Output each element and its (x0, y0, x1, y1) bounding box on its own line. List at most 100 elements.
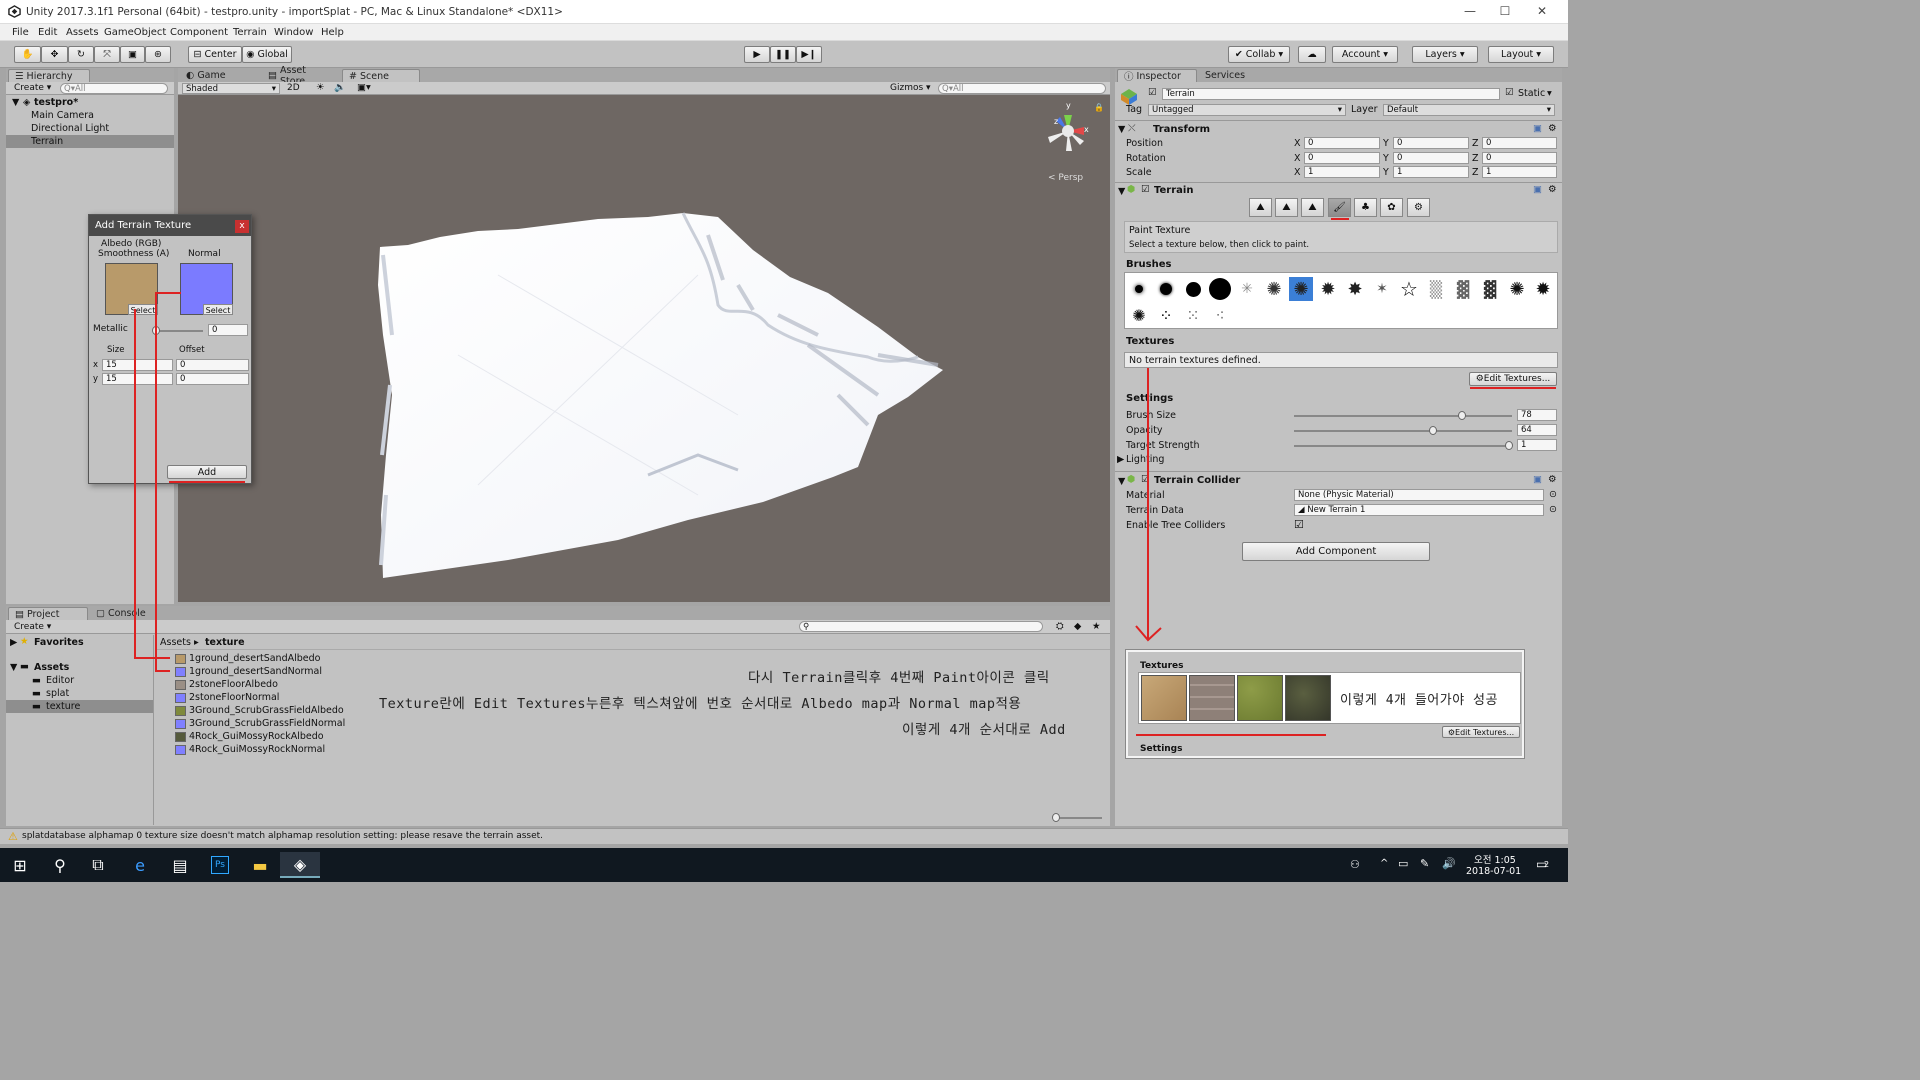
brush-1[interactable] (1127, 277, 1151, 301)
breadcrumb-texture[interactable]: texture (205, 637, 245, 648)
result-texture-rock[interactable] (1285, 675, 1331, 721)
menu-help[interactable]: Help (321, 27, 344, 38)
breadcrumb-assets[interactable]: Assets (160, 637, 191, 648)
perspective-label[interactable]: < Persp (1048, 173, 1083, 183)
filter-label-icon[interactable]: ◆ (1074, 621, 1081, 632)
scene-expand-icon[interactable]: ▼ (12, 97, 19, 108)
rotation-y-field[interactable]: 0 (1393, 152, 1469, 164)
position-z-field[interactable]: 0 (1482, 137, 1557, 149)
place-trees-button[interactable]: ♣ (1354, 198, 1377, 217)
terrain-data-picker-icon[interactable]: ⊙ (1549, 504, 1557, 515)
normal-texture-slot[interactable]: Select (180, 263, 233, 315)
terrain-data-field[interactable]: ◢ New Terrain 1 (1294, 504, 1544, 516)
opacity-field[interactable]: 64 (1517, 424, 1557, 436)
lock-icon[interactable]: 🔒 (1094, 103, 1104, 112)
hierarchy-item-directional-light[interactable]: Directional Light (31, 123, 109, 134)
rotation-z-field[interactable]: 0 (1482, 152, 1557, 164)
unity-taskbar-button[interactable]: ◈ (280, 852, 320, 878)
favorites-label[interactable]: Favorites (34, 637, 84, 648)
offset-y-field[interactable]: 0 (176, 373, 249, 385)
dialog-close-button[interactable]: x (235, 220, 249, 233)
icon-size-slider[interactable] (1054, 817, 1102, 819)
task-view-button[interactable]: ⧉ (78, 852, 118, 878)
brush-15[interactable]: ✺ (1505, 277, 1529, 301)
albedo-select-button[interactable]: Select (128, 304, 158, 315)
tree-colliders-checkbox[interactable]: ☑ (1294, 518, 1304, 531)
add-component-button[interactable]: Add Component (1242, 542, 1430, 561)
asset-file-item[interactable]: 3Ground_ScrubGrassFieldNormal (175, 717, 345, 730)
position-x-field[interactable]: 0 (1304, 137, 1380, 149)
assets-expand-icon[interactable]: ▼ (10, 662, 17, 673)
pause-button[interactable]: ❚❚ (770, 46, 796, 63)
menu-assets[interactable]: Assets (66, 27, 99, 38)
brush-18[interactable]: ⁘ (1154, 303, 1178, 327)
object-name-field[interactable]: Terrain (1162, 88, 1500, 100)
result-texture-sand[interactable] (1141, 675, 1187, 721)
tab-project[interactable]: ▤ Project (8, 607, 88, 620)
tab-console[interactable]: ▢ Console (90, 607, 170, 620)
brush-12[interactable]: ▒ (1424, 277, 1448, 301)
brush-6[interactable]: ✺ (1262, 277, 1286, 301)
menu-edit[interactable]: Edit (38, 27, 57, 38)
material-field[interactable]: None (Physic Material) (1294, 489, 1544, 501)
target-strength-field[interactable]: 1 (1517, 439, 1557, 451)
tray-chevron-icon[interactable]: ^ (1380, 858, 1388, 869)
smooth-height-button[interactable]: ⛰ (1301, 198, 1324, 217)
scene-root[interactable]: ▼ ◈ testpro* (6, 97, 174, 109)
scale-z-field[interactable]: 1 (1482, 166, 1557, 178)
file-explorer-button[interactable]: ▬ (240, 852, 280, 878)
terrain-settings-icon[interactable]: ⚙ (1548, 184, 1557, 195)
paint-texture-button[interactable]: 🖌 (1328, 198, 1351, 217)
project-create-button[interactable]: Create ▾ (14, 622, 51, 632)
add-texture-button[interactable]: Add (167, 465, 247, 479)
clock-time[interactable]: 오전 1:05 (1474, 852, 1516, 866)
collab-button[interactable]: ✔ Collab ▾ (1228, 46, 1290, 63)
asset-file-item[interactable]: 1ground_desertSandNormal (175, 665, 322, 678)
asset-file-item[interactable]: 1ground_desertSandAlbedo (175, 652, 320, 665)
static-checkbox[interactable]: ☑ (1505, 87, 1514, 98)
scene-search-input[interactable]: Q▾All (938, 83, 1106, 94)
tag-dropdown[interactable]: Untagged ▾ (1148, 104, 1346, 116)
scale-x-field[interactable]: 1 (1304, 166, 1380, 178)
rotation-x-field[interactable]: 0 (1304, 152, 1380, 164)
play-button[interactable]: ▶ (744, 46, 770, 63)
opacity-thumb[interactable] (1429, 426, 1437, 435)
scale-y-field[interactable]: 1 (1393, 166, 1469, 178)
folder-editor[interactable]: Editor (46, 675, 74, 686)
tab-hierarchy[interactable]: ☰ Hierarchy (8, 69, 90, 82)
target-strength-thumb[interactable] (1505, 441, 1513, 450)
search-taskbar-button[interactable]: ⚲ (40, 852, 80, 878)
hand-tool-button[interactable]: ✋ (14, 46, 41, 63)
cloud-button[interactable]: ☁ (1298, 46, 1326, 63)
tab-game[interactable]: ◐ Game (180, 69, 260, 82)
brush-size-thumb[interactable] (1458, 411, 1466, 420)
brush-4[interactable] (1208, 277, 1232, 301)
menu-terrain[interactable]: Terrain (233, 27, 267, 38)
audio-icon[interactable]: 🔈 (334, 82, 346, 93)
material-picker-icon[interactable]: ⊙ (1549, 489, 1557, 500)
collider-settings-icon[interactable]: ⚙ (1548, 474, 1557, 485)
pen-icon[interactable]: ✎ (1420, 857, 1429, 870)
asset-file-item[interactable]: 4Rock_GuiMossyRockAlbedo (175, 730, 324, 743)
brush-size-slider[interactable] (1294, 415, 1512, 417)
layers-dropdown[interactable]: Layers ▾ (1412, 46, 1478, 63)
normal-select-button[interactable]: Select (203, 304, 233, 315)
position-y-field[interactable]: 0 (1393, 137, 1469, 149)
result-texture-stone[interactable] (1189, 675, 1235, 721)
transform-settings-icon[interactable]: ⚙ (1548, 123, 1557, 134)
lighting-label[interactable]: Lighting (1126, 454, 1164, 465)
sun-icon[interactable]: ☀ (316, 82, 325, 93)
brush-2[interactable] (1154, 277, 1178, 301)
folder-splat[interactable]: splat (46, 688, 69, 699)
brush-11[interactable]: ☆ (1397, 277, 1421, 301)
brush-7-selected[interactable]: ✺ (1289, 277, 1313, 301)
metallic-slider-track[interactable] (155, 330, 203, 332)
icon-size-slider-thumb[interactable] (1052, 813, 1060, 822)
terrain-enabled-checkbox[interactable]: ☑ (1141, 184, 1150, 195)
tab-scene[interactable]: # Scene (342, 69, 420, 82)
hierarchy-item-main-camera[interactable]: Main Camera (31, 110, 94, 121)
terrain-expand-icon[interactable]: ▼ (1118, 186, 1125, 197)
asset-file-item[interactable]: 2stoneFloorNormal (175, 691, 279, 704)
menu-file[interactable]: File (12, 27, 29, 38)
brush-13[interactable]: ▓ (1451, 277, 1475, 301)
